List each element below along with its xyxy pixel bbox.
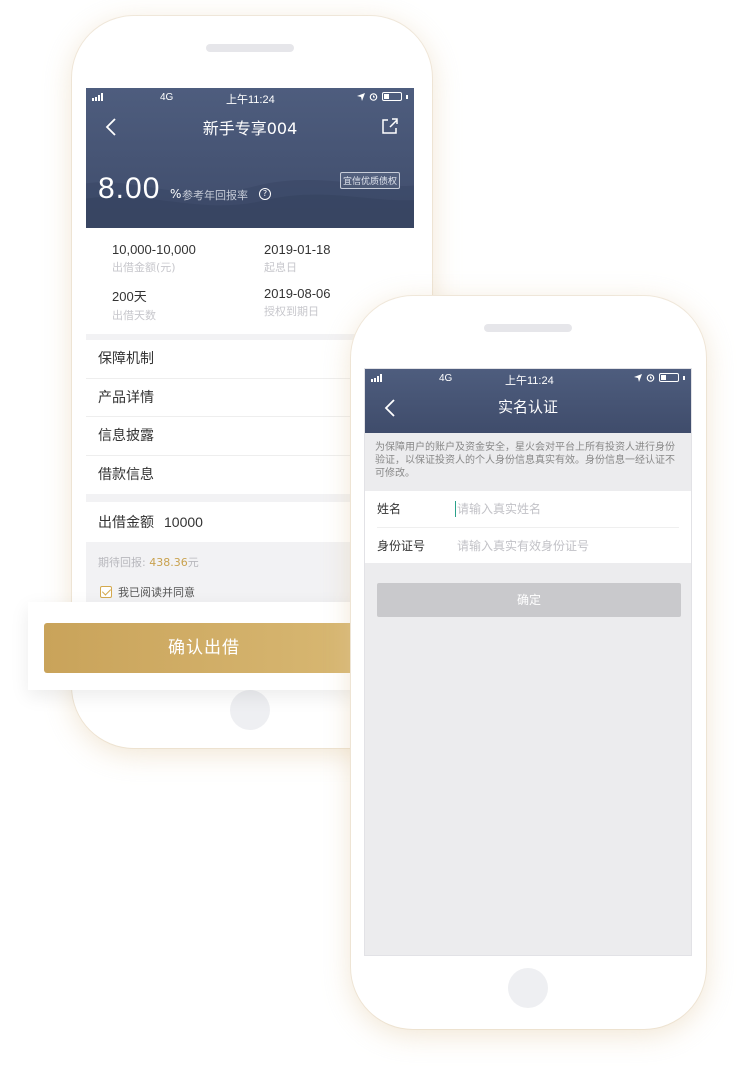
location-icon — [634, 373, 642, 382]
location-icon — [357, 92, 365, 101]
name-input[interactable]: 请输入真实姓名 — [457, 491, 541, 527]
status-time: 上午11:24 — [226, 94, 275, 106]
text-caret — [455, 501, 456, 517]
stat-start-date: 2019-01-18 起息日 — [264, 242, 331, 275]
screen-real-name-auth: 4G 上午11:24 实名认证 为保障用户的账户及资金安全，星火会对平台上所有投… — [364, 368, 692, 956]
home-button[interactable] — [508, 968, 548, 1008]
expected-return-label: 期待回报: — [98, 556, 146, 569]
speaker-grille — [206, 44, 294, 52]
alarm-icon — [646, 374, 655, 382]
help-icon[interactable]: ? — [259, 188, 271, 200]
share-icon[interactable] — [380, 116, 400, 136]
page-title: 新手专享004 — [202, 119, 298, 138]
stat-label: 授权到期日 — [264, 305, 319, 318]
name-field-row[interactable]: 姓名 请输入真实姓名 — [377, 491, 679, 527]
expected-return: 期待回报: 438.36元 — [98, 554, 199, 570]
amount-label: 出借金额 — [98, 515, 154, 531]
stat-expiry-date: 2019-08-06 授权到期日 — [264, 286, 331, 319]
signal-icon — [371, 374, 382, 385]
auth-form: 姓名 请输入真实姓名 身份证号 请输入真实有效身份证号 — [365, 491, 691, 563]
stat-amount: 10,000-10,000 出借金额(元) — [112, 242, 196, 275]
network-type: 4G — [439, 373, 453, 384]
agreement-text: 我已阅读并同意 — [118, 586, 195, 599]
rate-label: 参考年回报率 — [182, 189, 248, 202]
rate-value: 8.00 — [98, 172, 161, 205]
page-title: 实名认证 — [497, 398, 558, 416]
status-bar: 4G 上午11:24 — [365, 371, 691, 387]
status-time: 上午11:24 — [505, 375, 554, 387]
stat-label: 起息日 — [264, 261, 297, 274]
battery-icon — [382, 92, 402, 101]
battery-icon — [659, 373, 679, 382]
product-hero: 4G 上午11:24 新手专享004 8.00 % 参考年回报率 ? 宜信优质债… — [86, 88, 414, 228]
stat-value: 2019-08-06 — [264, 286, 331, 301]
submit-button[interactable]: 确定 — [377, 583, 681, 617]
alarm-icon — [369, 93, 378, 101]
stat-value: 200天 — [112, 289, 147, 304]
nav-bar: 实名认证 — [365, 393, 691, 421]
stage: 4G 上午11:24 新手专享004 8.00 % 参考年回报率 ? 宜信优质债… — [0, 0, 750, 1068]
name-label: 姓名 — [377, 502, 402, 516]
id-label: 身份证号 — [377, 539, 426, 553]
home-button[interactable] — [230, 690, 270, 730]
id-field-row[interactable]: 身份证号 请输入真实有效身份证号 — [377, 527, 679, 563]
stat-value: 2019-01-18 — [264, 242, 331, 257]
expected-return-value: 438.36 — [149, 556, 188, 569]
stat-days: 200天 出借天数 — [112, 286, 156, 323]
expected-return-unit: 元 — [187, 556, 199, 569]
nav-bar: 新手专享004 — [86, 112, 414, 140]
status-bar: 4G 上午11:24 — [86, 90, 414, 106]
checkbox-checked-icon[interactable] — [100, 586, 112, 598]
amount-input[interactable]: 10000 — [164, 514, 203, 530]
speaker-grille — [484, 324, 572, 332]
stat-label: 出借天数 — [112, 309, 156, 322]
auth-header: 4G 上午11:24 实名认证 — [365, 369, 691, 433]
id-number-input[interactable]: 请输入真实有效身份证号 — [457, 528, 589, 564]
confirm-invest-button[interactable]: 确认出借 — [44, 623, 364, 673]
stat-value: 10,000-10,000 — [112, 242, 196, 257]
rate-unit: % — [170, 187, 182, 201]
agreement-row[interactable]: 我已阅读并同意 — [100, 584, 195, 600]
signal-icon — [92, 93, 103, 104]
stat-label: 出借金额(元) — [112, 261, 176, 274]
network-type: 4G — [160, 92, 174, 103]
auth-notice: 为保障用户的账户及资金安全，星火会对平台上所有投资人进行身份验证，以保证投资人的… — [365, 433, 691, 488]
confirm-bar: 确认出借 — [28, 602, 368, 690]
product-badge: 宜信优质债权 — [339, 172, 400, 189]
